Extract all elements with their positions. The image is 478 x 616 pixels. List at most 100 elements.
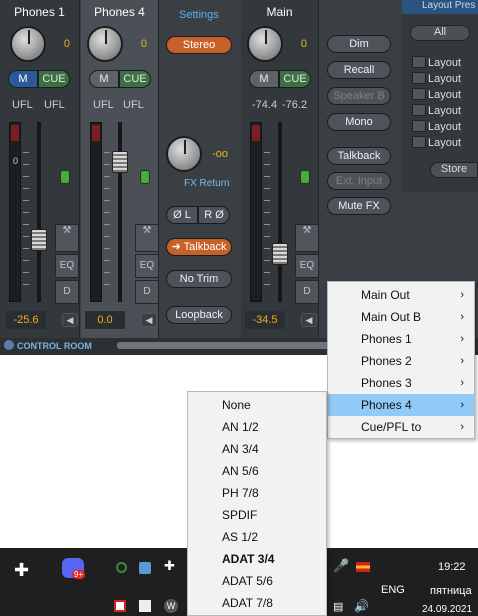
volume-fader[interactable] bbox=[112, 151, 128, 173]
gain-knob[interactable] bbox=[10, 26, 46, 62]
menu-item-an-3-4[interactable]: AN 3/4 bbox=[188, 438, 326, 460]
cue-button[interactable]: CUE bbox=[38, 70, 70, 88]
cue-button[interactable]: CUE bbox=[119, 70, 151, 88]
microphone-icon[interactable]: 🎤 bbox=[333, 558, 349, 574]
menu-item-cue-pfl[interactable]: Cue/PFL to › bbox=[328, 416, 474, 438]
layout-preset-label: Layout bbox=[428, 137, 462, 149]
dim-button[interactable]: Dim bbox=[327, 35, 391, 53]
mono-button[interactable]: Mono bbox=[327, 113, 391, 131]
menu-item-adat-3-4[interactable]: ADAT 3/4 bbox=[188, 548, 326, 570]
dynamics-tab[interactable]: D bbox=[135, 280, 159, 304]
dynamics-tab[interactable]: D bbox=[55, 280, 79, 304]
menu-item-main-out[interactable]: Main Out › bbox=[328, 284, 474, 306]
talkback-assign-button[interactable]: ➜ Talkback bbox=[166, 238, 232, 256]
app-w-icon[interactable]: W bbox=[164, 599, 178, 613]
output-context-menu: Main Out › Main Out B › Phones 1 › Phones 2… bbox=[327, 281, 475, 439]
eq-tab[interactable]: EQ bbox=[295, 254, 319, 278]
tray-puzzle-icon[interactable]: ✚ bbox=[164, 558, 175, 574]
cue-button[interactable]: CUE bbox=[279, 70, 311, 88]
layout-preset-label: Layout bbox=[428, 105, 462, 117]
menu-item-none[interactable]: None bbox=[188, 394, 326, 416]
no-trim-button[interactable]: No Trim bbox=[166, 270, 232, 288]
menu-item-an-1-2[interactable]: AN 1/2 bbox=[188, 416, 326, 438]
menu-item-an-5-6[interactable]: AN 5/6 bbox=[188, 460, 326, 482]
flag-icon[interactable] bbox=[356, 562, 370, 572]
menu-item-adat-7-8[interactable]: ADAT 7/8 bbox=[188, 592, 326, 614]
signal-led bbox=[140, 170, 150, 184]
menu-item-phones-4[interactable]: Phones 4 › bbox=[328, 394, 474, 416]
signal-led bbox=[300, 170, 310, 184]
menu-item-label: Main Out B bbox=[361, 310, 422, 324]
layout-all-button[interactable]: All bbox=[410, 25, 470, 41]
meter-tick bbox=[104, 284, 110, 285]
menu-item-ph-7-8[interactable]: PH 7/8 bbox=[188, 482, 326, 504]
channel-arrow-icon[interactable]: ◀ bbox=[62, 313, 78, 327]
meter-tick bbox=[23, 224, 29, 225]
settings-tab[interactable]: ⚒ bbox=[135, 224, 159, 252]
layout-preset-6[interactable]: Layout bbox=[412, 136, 478, 150]
phase-left-button[interactable]: Ø L bbox=[166, 206, 198, 224]
speaker-b-button[interactable]: Speaker B bbox=[327, 87, 391, 105]
layout-preset-1[interactable]: Layout bbox=[412, 56, 478, 70]
dynamics-tab[interactable]: D bbox=[295, 280, 319, 304]
eq-tab[interactable]: EQ bbox=[55, 254, 79, 278]
tray-circle-icon[interactable] bbox=[116, 562, 127, 573]
menu-item-phones-2[interactable]: Phones 2 › bbox=[328, 350, 474, 372]
talkback-assign-label: Talkback bbox=[183, 241, 227, 253]
gain-knob[interactable] bbox=[87, 26, 123, 62]
fx-return-knob[interactable] bbox=[166, 136, 202, 172]
settings-tab[interactable]: ⚒ bbox=[295, 224, 319, 252]
menu-item-phones-3[interactable]: Phones 3 › bbox=[328, 372, 474, 394]
channel-arrow-icon[interactable]: ◀ bbox=[141, 313, 157, 327]
gain-knob[interactable] bbox=[247, 26, 283, 62]
puzzle-icon[interactable]: ✚ bbox=[14, 560, 29, 581]
loopback-button[interactable]: Loopback bbox=[166, 306, 232, 324]
network-icon[interactable]: ▤ bbox=[333, 600, 343, 613]
volume-fader[interactable] bbox=[31, 229, 47, 251]
clock-time[interactable]: 19:22 bbox=[438, 561, 466, 573]
menu-item-adat-5-6[interactable]: ADAT 5/6 bbox=[188, 570, 326, 592]
horizontal-scrollbar[interactable] bbox=[117, 342, 337, 349]
chevron-right-icon: › bbox=[460, 377, 464, 389]
meter-tick bbox=[264, 212, 270, 213]
menu-item-spdif[interactable]: SPDIF bbox=[188, 504, 326, 526]
layout-preset-5[interactable]: Layout bbox=[412, 120, 478, 134]
white-square-icon[interactable] bbox=[139, 600, 151, 612]
volume-fader[interactable] bbox=[272, 243, 288, 265]
tray-cube-icon[interactable] bbox=[139, 562, 151, 574]
menu-item-phones-1[interactable]: Phones 1 › bbox=[328, 328, 474, 350]
stereo-button[interactable]: Stereo bbox=[166, 36, 232, 54]
meter-tick bbox=[264, 164, 270, 165]
layout-store-button[interactable]: Store bbox=[430, 162, 478, 178]
layout-preset-3[interactable]: Layout bbox=[412, 88, 478, 102]
level-meter bbox=[250, 122, 262, 302]
ext-input-button[interactable]: Ext. Input bbox=[327, 172, 391, 190]
level-left: -74.4 bbox=[252, 99, 278, 111]
menu-item-main-out-b[interactable]: Main Out B › bbox=[328, 306, 474, 328]
chevron-right-icon: › bbox=[460, 289, 464, 301]
meter-tick bbox=[104, 176, 110, 177]
mute-fx-button[interactable]: Mute FX bbox=[327, 197, 391, 215]
volume-icon[interactable]: 🔊 bbox=[354, 599, 369, 613]
settings-tab[interactable]: ⚒ bbox=[55, 224, 79, 252]
meter-tick bbox=[23, 272, 29, 273]
control-room-label[interactable]: CONTROL ROOM bbox=[4, 340, 92, 351]
eq-tab[interactable]: EQ bbox=[135, 254, 159, 278]
layout-presets-header: Layout Pres bbox=[402, 0, 478, 14]
phase-right-button[interactable]: R Ø bbox=[198, 206, 230, 224]
layout-preset-4[interactable]: Layout bbox=[412, 104, 478, 118]
language-indicator[interactable]: ENG bbox=[381, 584, 405, 596]
layout-preset-2[interactable]: Layout bbox=[412, 72, 478, 86]
talkback-button[interactable]: Talkback bbox=[327, 147, 391, 165]
layout-preset-label: Layout bbox=[428, 57, 462, 69]
mute-button[interactable]: M bbox=[249, 70, 279, 88]
meter-tick bbox=[104, 152, 110, 153]
recall-button[interactable]: Recall bbox=[327, 61, 391, 79]
mute-button[interactable]: M bbox=[89, 70, 119, 88]
menu-item-as-1-2[interactable]: AS 1/2 bbox=[188, 526, 326, 548]
meter-tick bbox=[264, 188, 270, 189]
mute-button[interactable]: M bbox=[8, 70, 38, 88]
channel-arrow-icon[interactable]: ◀ bbox=[301, 313, 317, 327]
chevron-right-icon: › bbox=[460, 333, 464, 345]
shield-icon[interactable] bbox=[114, 600, 126, 612]
